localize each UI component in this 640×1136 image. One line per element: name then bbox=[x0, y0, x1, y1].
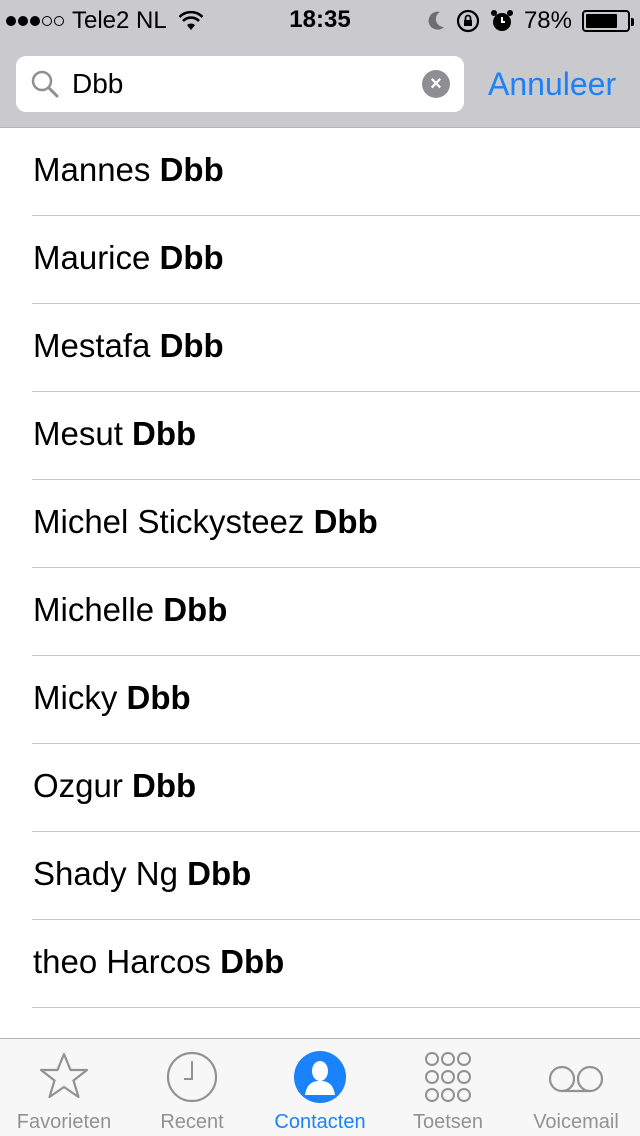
rotation-lock-icon bbox=[456, 9, 480, 33]
search-bar[interactable]: × bbox=[16, 56, 464, 112]
contact-last-name: Dbb bbox=[187, 855, 252, 892]
contact-name: Micky Dbb bbox=[33, 656, 191, 744]
tab-voicemail[interactable]: Voicemail bbox=[512, 1039, 640, 1136]
contact-row[interactable]: Shady Ng Dbb bbox=[0, 832, 640, 920]
contact-last-name: Dbb bbox=[220, 943, 285, 980]
cancel-button[interactable]: Annuleer bbox=[488, 60, 616, 108]
tab-label: Voicemail bbox=[533, 1111, 619, 1133]
contact-first-name: Michelle bbox=[33, 591, 155, 628]
contact-first-name: Micky bbox=[33, 679, 118, 716]
keypad-icon bbox=[425, 1052, 471, 1102]
contact-row[interactable]: Michelle Dbb bbox=[0, 568, 640, 656]
star-icon bbox=[39, 1052, 89, 1099]
contact-name: Mestafa Dbb bbox=[33, 304, 224, 392]
search-header: Tele2 NL 18:35 78% Dbb × Annuleer bbox=[0, 0, 640, 128]
tab-label: Toetsen bbox=[412, 1111, 484, 1133]
tab-recent[interactable]: Recent bbox=[128, 1039, 256, 1136]
tab-label: Favorieten bbox=[16, 1111, 112, 1133]
contact-name: theo Harcos Dbb bbox=[33, 920, 284, 1008]
contact-first-name: Maurice bbox=[33, 239, 151, 276]
contact-row[interactable]: Maurice Dbb bbox=[0, 216, 640, 304]
contact-row[interactable]: Micky Dbb bbox=[0, 656, 640, 744]
battery-level bbox=[586, 14, 618, 28]
contact-name: Michelle Dbb bbox=[33, 568, 227, 656]
contact-name: Ozgur Dbb bbox=[33, 744, 196, 832]
search-icon bbox=[31, 70, 59, 98]
contact-name: Mesut Dbb bbox=[33, 392, 196, 480]
contact-first-name: theo Harcos bbox=[33, 943, 211, 980]
tab-bar: Favorieten Recent Contacten Toetsen Voic… bbox=[0, 1038, 640, 1136]
tab-toetsen[interactable]: Toetsen bbox=[384, 1039, 512, 1136]
contact-icon bbox=[294, 1051, 346, 1103]
contact-name: Mannes Dbb bbox=[33, 128, 224, 216]
battery-percent: 78% bbox=[523, 7, 572, 34]
alarm-icon bbox=[490, 10, 513, 31]
contact-row[interactable]: theo Harcos Dbb bbox=[0, 920, 640, 1008]
voicemail-icon bbox=[548, 1065, 604, 1093]
tab-label: Recent bbox=[160, 1111, 224, 1133]
contact-last-name: Dbb bbox=[313, 503, 378, 540]
contact-last-name: Dbb bbox=[159, 151, 224, 188]
status-right: 78% bbox=[426, 6, 634, 36]
tab-favorieten[interactable]: Favorieten bbox=[0, 1039, 128, 1136]
contact-row[interactable]: Mannes Dbb bbox=[0, 128, 640, 216]
status-bar: Tele2 NL 18:35 78% bbox=[0, 0, 640, 40]
contact-last-name: Dbb bbox=[163, 591, 228, 628]
tab-label: Contacten bbox=[274, 1111, 366, 1133]
contact-last-name: Dbb bbox=[159, 239, 224, 276]
contact-row[interactable]: Ozgur Dbb bbox=[0, 744, 640, 832]
clear-search-icon[interactable]: × bbox=[422, 70, 450, 98]
contact-first-name: Michel Stickysteez bbox=[33, 503, 305, 540]
contact-first-name: Mesut bbox=[33, 415, 123, 452]
contact-first-name: Shady Ng bbox=[33, 855, 178, 892]
contact-name: Michel Stickysteez Dbb bbox=[33, 480, 378, 568]
battery-icon bbox=[582, 10, 634, 32]
contact-first-name: Ozgur bbox=[33, 767, 123, 804]
contact-first-name: Mestafa bbox=[33, 327, 151, 364]
contact-last-name: Dbb bbox=[126, 679, 191, 716]
contact-last-name: Dbb bbox=[132, 415, 197, 452]
tab-contacten[interactable]: Contacten bbox=[256, 1039, 384, 1136]
moon-icon bbox=[428, 11, 444, 30]
contact-last-name: Dbb bbox=[159, 327, 224, 364]
contact-last-name: Dbb bbox=[132, 767, 197, 804]
contact-name: Maurice Dbb bbox=[33, 216, 224, 304]
contacts-result-list: Mannes Dbb Maurice Dbb Mestafa Dbb Mesut Db… bbox=[0, 128, 640, 1038]
contact-name: Shady Ng Dbb bbox=[33, 832, 251, 920]
contact-row[interactable]: Michel Stickysteez Dbb bbox=[0, 480, 640, 568]
clock-icon bbox=[166, 1051, 218, 1103]
contact-row[interactable]: Mesut Dbb bbox=[0, 392, 640, 480]
contact-row[interactable]: Mestafa Dbb bbox=[0, 304, 640, 392]
search-input[interactable] bbox=[72, 66, 412, 102]
row-divider bbox=[32, 1007, 640, 1008]
contact-first-name: Mannes bbox=[33, 151, 151, 188]
